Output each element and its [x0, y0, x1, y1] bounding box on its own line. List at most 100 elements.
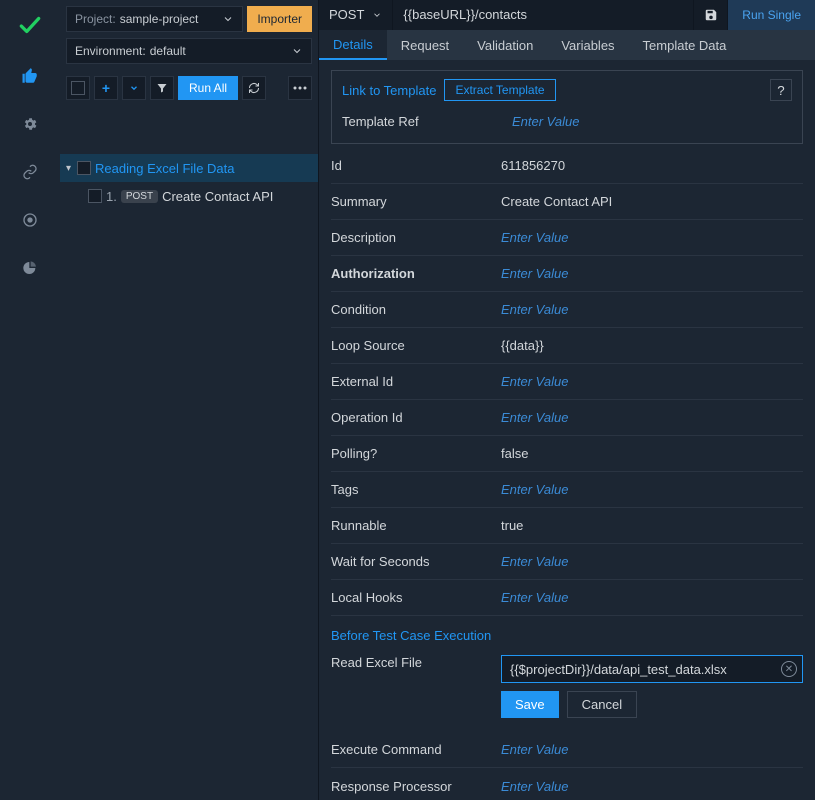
tab-request[interactable]: Request — [387, 30, 463, 60]
details-body: Link to Template Extract Template ? Temp… — [319, 60, 815, 800]
field-row[interactable]: AuthorizationEnter Value — [331, 256, 803, 292]
details-tabs: Details Request Validation Variables Tem… — [319, 30, 815, 60]
field-value[interactable]: Enter Value — [501, 554, 803, 569]
http-method-select[interactable]: POST — [319, 0, 393, 30]
field-value[interactable]: Enter Value — [501, 482, 803, 497]
field-label: Description — [331, 230, 501, 245]
field-value[interactable]: Enter Value — [501, 742, 803, 757]
field-row[interactable]: External IdEnter Value — [331, 364, 803, 400]
field-value[interactable]: Enter Value — [501, 374, 803, 389]
response-processor-row[interactable]: Response Processor Enter Value — [331, 768, 803, 800]
project-label: Project: — [75, 12, 116, 26]
save-button[interactable]: Save — [501, 691, 559, 718]
folder-checkbox[interactable] — [77, 161, 91, 175]
template-ref-row[interactable]: Template Ref Enter Value — [342, 107, 792, 143]
field-label: Execute Command — [331, 742, 501, 757]
link-to-template-title: Link to Template — [342, 83, 436, 98]
http-method-value: POST — [329, 7, 364, 22]
field-label: Runnable — [331, 518, 501, 533]
extract-template-button[interactable]: Extract Template — [444, 79, 555, 101]
gear-icon[interactable] — [20, 114, 40, 134]
chevron-down-icon — [291, 45, 303, 57]
field-value[interactable]: Enter Value — [501, 779, 803, 794]
leaf-name: Create Contact API — [162, 189, 273, 204]
leaf-checkbox[interactable] — [88, 189, 102, 203]
method-badge: POST — [121, 190, 158, 203]
field-label: Local Hooks — [331, 590, 501, 605]
environment-value: default — [150, 44, 186, 58]
field-row[interactable]: Polling?false — [331, 436, 803, 472]
field-value[interactable]: Enter Value — [501, 302, 803, 317]
field-label: Id — [331, 158, 501, 173]
field-label: Tags — [331, 482, 501, 497]
save-icon-button[interactable] — [694, 0, 728, 30]
field-label: Loop Source — [331, 338, 501, 353]
field-value[interactable]: Enter Value — [501, 266, 803, 281]
execute-command-row[interactable]: Execute Command Enter Value — [331, 732, 803, 768]
field-value[interactable]: Create Contact API — [501, 194, 803, 209]
pie-chart-icon[interactable] — [20, 258, 40, 278]
field-value[interactable]: false — [501, 446, 803, 461]
main-panel: POST Run Single Details Request Validati… — [318, 0, 815, 800]
field-value[interactable]: Enter Value — [501, 230, 803, 245]
field-label: Summary — [331, 194, 501, 209]
tab-validation[interactable]: Validation — [463, 30, 547, 60]
tab-variables[interactable]: Variables — [547, 30, 628, 60]
read-excel-row: Read Excel File ✕ Save Cancel — [331, 649, 803, 718]
refresh-button[interactable] — [242, 76, 266, 100]
field-value[interactable]: Enter Value — [501, 590, 803, 605]
field-value[interactable]: Enter Value — [512, 114, 792, 129]
field-label: Polling? — [331, 446, 501, 461]
request-url-input[interactable] — [393, 0, 694, 30]
field-row[interactable]: TagsEnter Value — [331, 472, 803, 508]
field-row[interactable]: SummaryCreate Contact API — [331, 184, 803, 220]
add-dropdown[interactable] — [122, 76, 146, 100]
field-value[interactable]: {{data}} — [501, 338, 803, 353]
project-selector[interactable]: Project: sample-project — [66, 6, 243, 32]
field-row[interactable]: Operation IdEnter Value — [331, 400, 803, 436]
help-button[interactable]: ? — [770, 79, 792, 101]
field-label: Response Processor — [331, 779, 501, 794]
field-row[interactable]: DescriptionEnter Value — [331, 220, 803, 256]
field-label: Template Ref — [342, 114, 512, 129]
tree-leaf-row[interactable]: 1. POST Create Contact API — [60, 182, 318, 210]
tree-folder-row[interactable]: ▾ Reading Excel File Data — [60, 154, 318, 182]
thumbs-up-icon[interactable] — [20, 66, 40, 86]
field-row[interactable]: Id611856270 — [331, 148, 803, 184]
field-value[interactable]: 611856270 — [501, 158, 803, 173]
field-row[interactable]: Runnabletrue — [331, 508, 803, 544]
filter-button[interactable] — [150, 76, 174, 100]
tab-template-data[interactable]: Template Data — [629, 30, 741, 60]
before-exec-title: Before Test Case Execution — [331, 628, 803, 643]
chevron-down-icon — [222, 13, 234, 25]
folder-name: Reading Excel File Data — [95, 161, 234, 176]
field-row[interactable]: ConditionEnter Value — [331, 292, 803, 328]
clear-input-icon[interactable]: ✕ — [781, 661, 797, 677]
field-value[interactable]: true — [501, 518, 803, 533]
link-icon[interactable] — [20, 162, 40, 182]
importer-button[interactable]: Importer — [247, 6, 312, 32]
tab-details[interactable]: Details — [319, 30, 387, 60]
run-single-button[interactable]: Run Single — [728, 0, 815, 30]
field-row[interactable]: Loop Source{{data}} — [331, 328, 803, 364]
environment-selector[interactable]: Environment: default — [66, 38, 312, 64]
app-logo-icon — [17, 12, 43, 38]
field-label: Wait for Seconds — [331, 554, 501, 569]
more-options-button[interactable] — [288, 76, 312, 100]
run-all-button[interactable]: Run All — [178, 76, 238, 100]
field-value[interactable]: Enter Value — [501, 410, 803, 425]
request-bar: POST Run Single — [319, 0, 815, 30]
add-button[interactable]: + — [94, 76, 118, 100]
read-excel-input[interactable] — [501, 655, 803, 683]
target-icon[interactable] — [20, 210, 40, 230]
leaf-number: 1. — [106, 189, 117, 204]
environment-label: Environment: — [75, 44, 146, 58]
cancel-button[interactable]: Cancel — [567, 691, 637, 718]
select-all-checkbox[interactable] — [66, 76, 90, 100]
field-label: Condition — [331, 302, 501, 317]
field-label: External Id — [331, 374, 501, 389]
chevron-down-icon — [372, 10, 382, 20]
field-label: Operation Id — [331, 410, 501, 425]
field-row[interactable]: Wait for SecondsEnter Value — [331, 544, 803, 580]
field-row[interactable]: Local HooksEnter Value — [331, 580, 803, 616]
